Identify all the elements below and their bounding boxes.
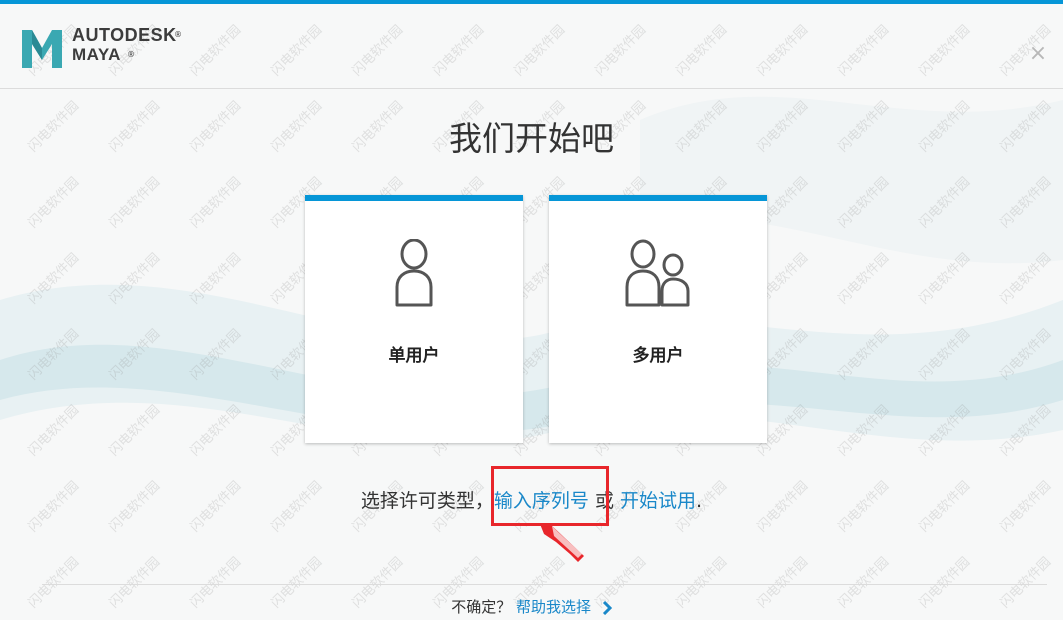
footer-divider (42, 584, 1047, 585)
help-line: 不确定？ 帮助我选择 (0, 596, 1063, 617)
maya-logo-icon (22, 30, 62, 68)
help-me-choose-link[interactable]: 帮助我选择 (516, 598, 591, 616)
brand-wordmark: AUTODESK MAYA (72, 25, 177, 65)
multi-user-card[interactable]: 多用户 (549, 195, 767, 443)
start-trial-link[interactable]: 开始试用 (620, 490, 696, 512)
license-prefix: 选择许可类型， (360, 490, 494, 512)
single-user-label: 单用户 (388, 346, 440, 366)
license-suffix: . (696, 490, 703, 512)
header: AUTODESK MAYA ® ® × (0, 4, 1063, 88)
multi-user-icon (625, 239, 690, 307)
brand-line-maya: MAYA (72, 45, 121, 64)
registered-mark: ® (174, 30, 182, 39)
single-user-icon (395, 239, 433, 307)
brand-line-autodesk: AUTODESK (72, 25, 177, 45)
registered-mark-maya: ® (127, 50, 135, 59)
header-divider (0, 88, 1063, 89)
card-accent-stripe (549, 195, 767, 201)
background-swirl (0, 96, 1063, 443)
close-icon: × (1028, 41, 1048, 66)
help-question: 不确定？ (451, 598, 512, 616)
single-user-card[interactable]: 单用户 (305, 195, 523, 443)
close-button[interactable]: × (1028, 41, 1048, 66)
chevron-right-icon[interactable] (602, 600, 612, 615)
annotation-arrow (540, 524, 584, 562)
page-title: 我们开始吧 (449, 119, 614, 158)
annotation-highlight-box (491, 466, 609, 526)
card-accent-stripe (305, 195, 523, 201)
multi-user-label: 多用户 (632, 346, 684, 366)
